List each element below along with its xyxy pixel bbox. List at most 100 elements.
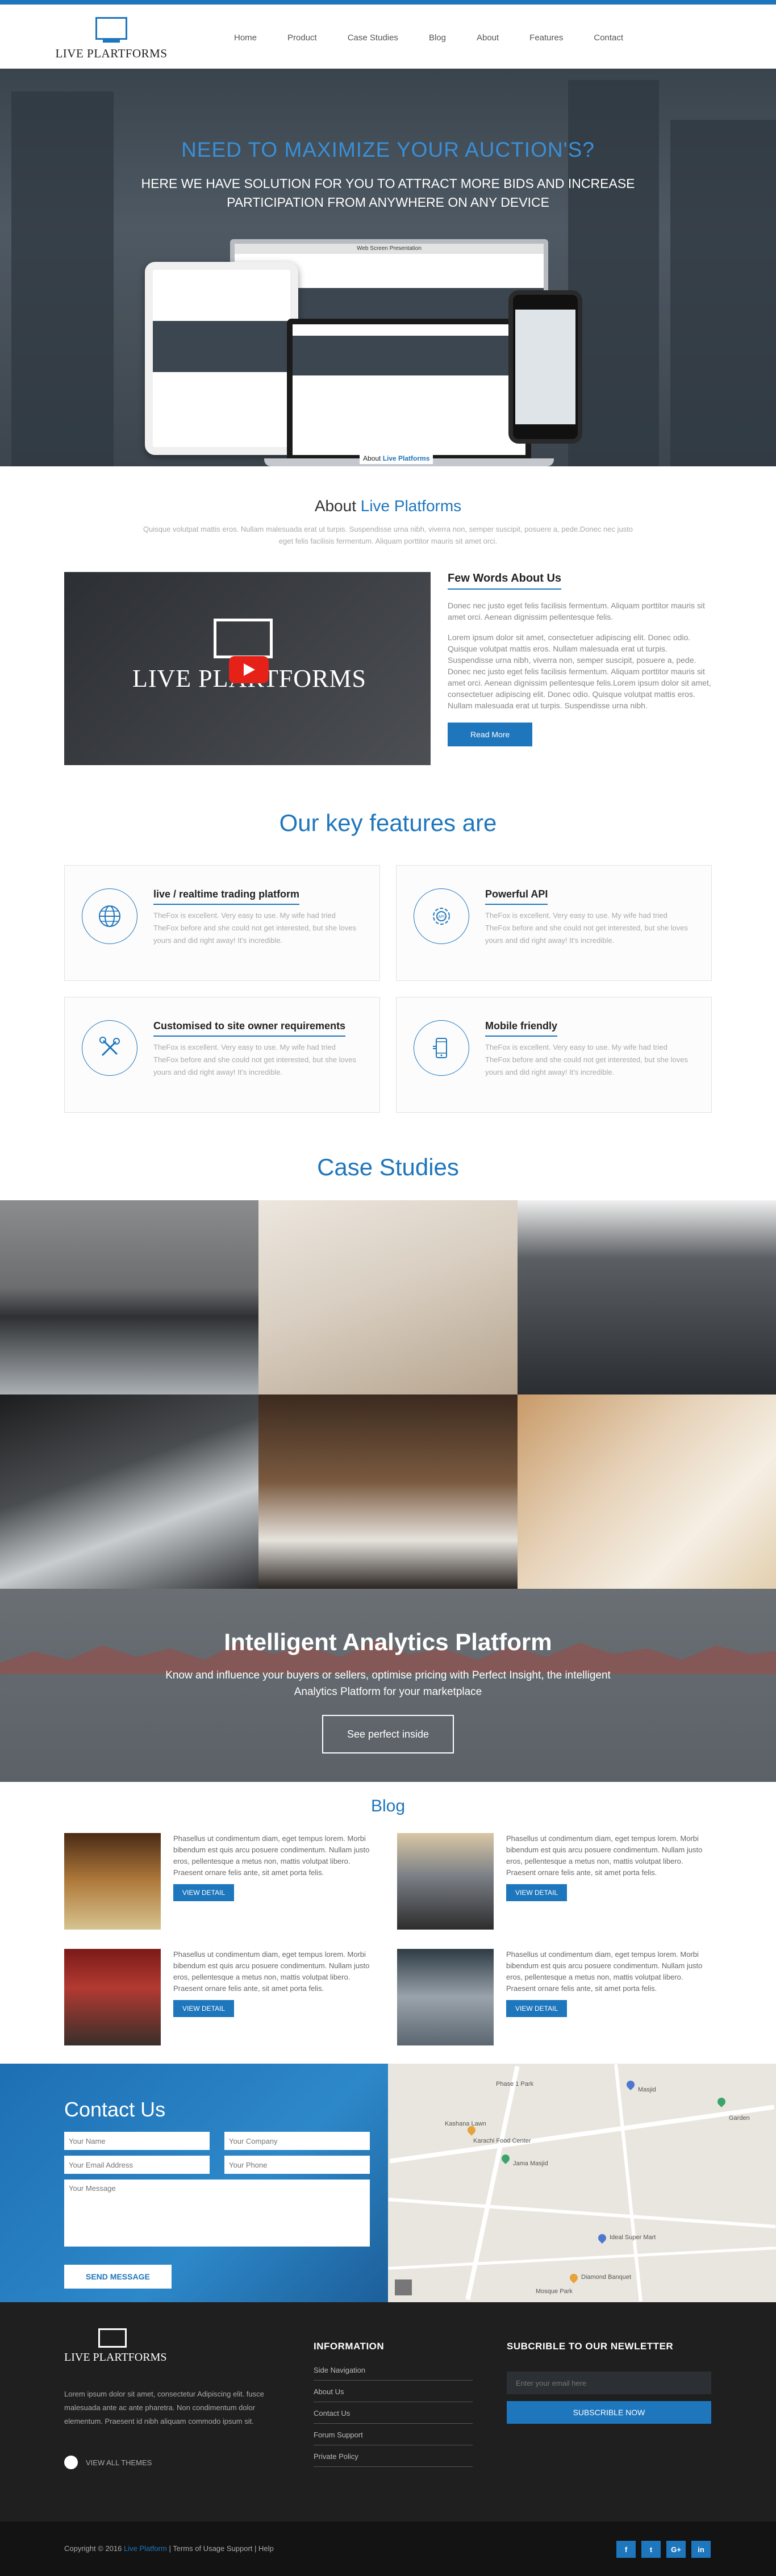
- map-label: Garden: [729, 2115, 750, 2122]
- facebook-icon[interactable]: f: [616, 2541, 636, 2558]
- analytics-text: Know and influence your buyers or seller…: [165, 1669, 611, 1698]
- site-logo[interactable]: LIVE PLARTFORMS: [55, 17, 168, 61]
- about-para-2: Lorem ipsum dolor sit amet, consectetuer…: [448, 633, 711, 710]
- case-image-skyscrapers[interactable]: [518, 1200, 776, 1395]
- footer-newsletter: SUBCRIBLE TO OUR NEWLETTER SUBSCRIBLE NO…: [507, 2341, 711, 2424]
- map-pin-icon[interactable]: [596, 2232, 608, 2244]
- blog-post-image[interactable]: [64, 1949, 161, 2045]
- laptop-hero-strip: [293, 336, 525, 375]
- nav-home[interactable]: Home: [234, 33, 257, 43]
- see-perfect-inside-button[interactable]: See perfect inside: [322, 1715, 454, 1753]
- footer-link-private-policy[interactable]: Private Policy: [314, 2445, 473, 2467]
- newsletter-email-input[interactable]: [507, 2372, 711, 2394]
- subscribe-button[interactable]: SUBSCRIBLE NOW: [507, 2401, 711, 2424]
- newsletter-title: SUBCRIBLE TO OUR NEWLETTER: [507, 2341, 674, 2352]
- linkedin-icon[interactable]: in: [691, 2541, 711, 2558]
- case-studies-title: Case Studies: [317, 1154, 459, 1180]
- blog-post-image[interactable]: [64, 1833, 161, 1930]
- map-label: Jama Masjid: [513, 2160, 548, 2167]
- blog-post-body: Phasellus ut condimentum diam, eget temp…: [506, 1949, 713, 2045]
- twitter-icon[interactable]: t: [641, 2541, 661, 2558]
- form-row: [64, 2156, 388, 2174]
- footer-link-forum-support[interactable]: Forum Support: [314, 2424, 473, 2445]
- map-road: [614, 2064, 643, 2302]
- feature-text: TheFox is excellent. Very easy to use. M…: [485, 911, 689, 945]
- blog-post-body: Phasellus ut condimentum diam, eget temp…: [173, 1949, 380, 2045]
- contact-form: Contact Us SEND MESSAGE: [0, 2064, 388, 2302]
- name-input[interactable]: [64, 2132, 210, 2150]
- map-label: Diamond Banquet: [581, 2274, 632, 2281]
- map-road: [389, 2105, 775, 2164]
- nav-case-studies[interactable]: Case Studies: [348, 33, 398, 43]
- view-detail-button[interactable]: VIEW DETAIL: [173, 2000, 235, 2017]
- feature-text: TheFox is excellent. Very easy to use. M…: [153, 911, 357, 945]
- case-image-car-showroom[interactable]: [0, 1200, 258, 1395]
- email-input[interactable]: [64, 2156, 210, 2174]
- message-textarea[interactable]: [64, 2180, 370, 2247]
- feature-card: API Powerful API TheFox is excellent. Ve…: [396, 865, 712, 981]
- map-pin-icon[interactable]: [500, 2153, 511, 2164]
- map-streetview-icon[interactable]: [395, 2279, 412, 2295]
- footer-link-contact-us[interactable]: Contact Us: [314, 2402, 473, 2424]
- footer-information: INFORMATION Side Navigation About Us Con…: [314, 2341, 473, 2467]
- play-icon[interactable]: [229, 656, 269, 683]
- map-pin-icon[interactable]: [625, 2079, 636, 2090]
- form-row: [64, 2132, 388, 2150]
- footer-logo[interactable]: LIVE PLARTFORMS: [64, 2328, 178, 2364]
- read-more-button[interactable]: Read More: [448, 723, 533, 746]
- google-plus-icon[interactable]: G+: [666, 2541, 686, 2558]
- footer-link-side-navigation[interactable]: Side Navigation: [314, 2359, 473, 2381]
- feature-body: Mobile friendly TheFox is excellent. Ver…: [485, 1020, 694, 1089]
- case-image-restaurant[interactable]: [258, 1395, 518, 1589]
- copyright-brand-link[interactable]: Live Platform: [124, 2544, 167, 2553]
- send-message-button[interactable]: SEND MESSAGE: [64, 2265, 172, 2289]
- view-all-themes-link[interactable]: VIEW ALL THEMES: [64, 2456, 152, 2469]
- map-pin-icon[interactable]: [568, 2272, 579, 2283]
- map-road: [388, 2247, 776, 2270]
- view-detail-button[interactable]: VIEW DETAIL: [173, 1884, 235, 1901]
- mobile-icon: [414, 1020, 469, 1076]
- feature-text: TheFox is excellent. Very easy to use. M…: [485, 1043, 689, 1076]
- site-footer: LIVE PLARTFORMS Lorem ipsum dolor sit am…: [0, 2302, 776, 2521]
- case-image-garage[interactable]: [258, 1200, 518, 1395]
- blog-post-image[interactable]: [397, 1949, 494, 2045]
- case-studies-section: Case Studies: [0, 1154, 776, 1589]
- blog-post-text: Phasellus ut condimentum diam, eget temp…: [506, 1834, 703, 1877]
- hero-subtitle: HERE WE HAVE SOLUTION FOR YOU TO ATTRACT…: [141, 176, 635, 210]
- nav-blog[interactable]: Blog: [429, 33, 446, 43]
- nav-contact[interactable]: Contact: [594, 33, 623, 43]
- globe-icon-svg: [99, 905, 120, 927]
- hero-caption-prefix: About: [363, 454, 383, 462]
- tools-icon-svg: [99, 1037, 120, 1057]
- case-image-aircraft[interactable]: [0, 1395, 258, 1589]
- feature-title: live / realtime trading platform: [153, 888, 300, 905]
- company-input[interactable]: [224, 2132, 370, 2150]
- nav-features[interactable]: Features: [529, 33, 563, 43]
- nav-product[interactable]: Product: [287, 33, 317, 43]
- footer-logo-text: LIVE PLARTFORMS: [64, 2351, 167, 2364]
- map-label: Masjid: [638, 2086, 656, 2093]
- case-image-milk-bottle[interactable]: [518, 1395, 776, 1589]
- social-links: f t G+ in: [616, 2541, 711, 2558]
- bottom-bar: Copyright © 2016 Live Platform | Terms o…: [0, 2521, 776, 2576]
- footer-link-about-us[interactable]: About Us: [314, 2381, 473, 2402]
- map-label: Ideal Super Mart: [610, 2234, 656, 2241]
- blog-post-image[interactable]: [397, 1833, 494, 1930]
- feature-card: Mobile friendly TheFox is excellent. Ver…: [396, 997, 712, 1113]
- location-map[interactable]: Phase 1 Park Karachi Food Center Jama Ma…: [388, 2064, 776, 2302]
- map-label: Kashana Lawn: [445, 2120, 486, 2127]
- about-title: About Live Platforms: [0, 497, 776, 515]
- monitor-window-title: Web Screen Presentation: [235, 244, 544, 254]
- view-detail-button[interactable]: VIEW DETAIL: [506, 1884, 568, 1901]
- about-video[interactable]: LIVE PLARTFORMS: [64, 572, 431, 765]
- view-detail-button[interactable]: VIEW DETAIL: [506, 2000, 568, 2017]
- features-section: Our key features are live / realtime tra…: [0, 809, 776, 1113]
- phone-screen: [515, 310, 575, 424]
- about-heading: Few Words About Us: [448, 572, 562, 590]
- map-pin-icon[interactable]: [716, 2096, 727, 2107]
- main-nav: Home Product Case Studies Blog About Fea…: [234, 33, 654, 43]
- phone-input[interactable]: [224, 2156, 370, 2174]
- hero-caption-brand: Live Platforms: [382, 454, 430, 462]
- copyright: Copyright © 2016 Live Platform | Terms o…: [64, 2544, 274, 2553]
- nav-about[interactable]: About: [477, 33, 499, 43]
